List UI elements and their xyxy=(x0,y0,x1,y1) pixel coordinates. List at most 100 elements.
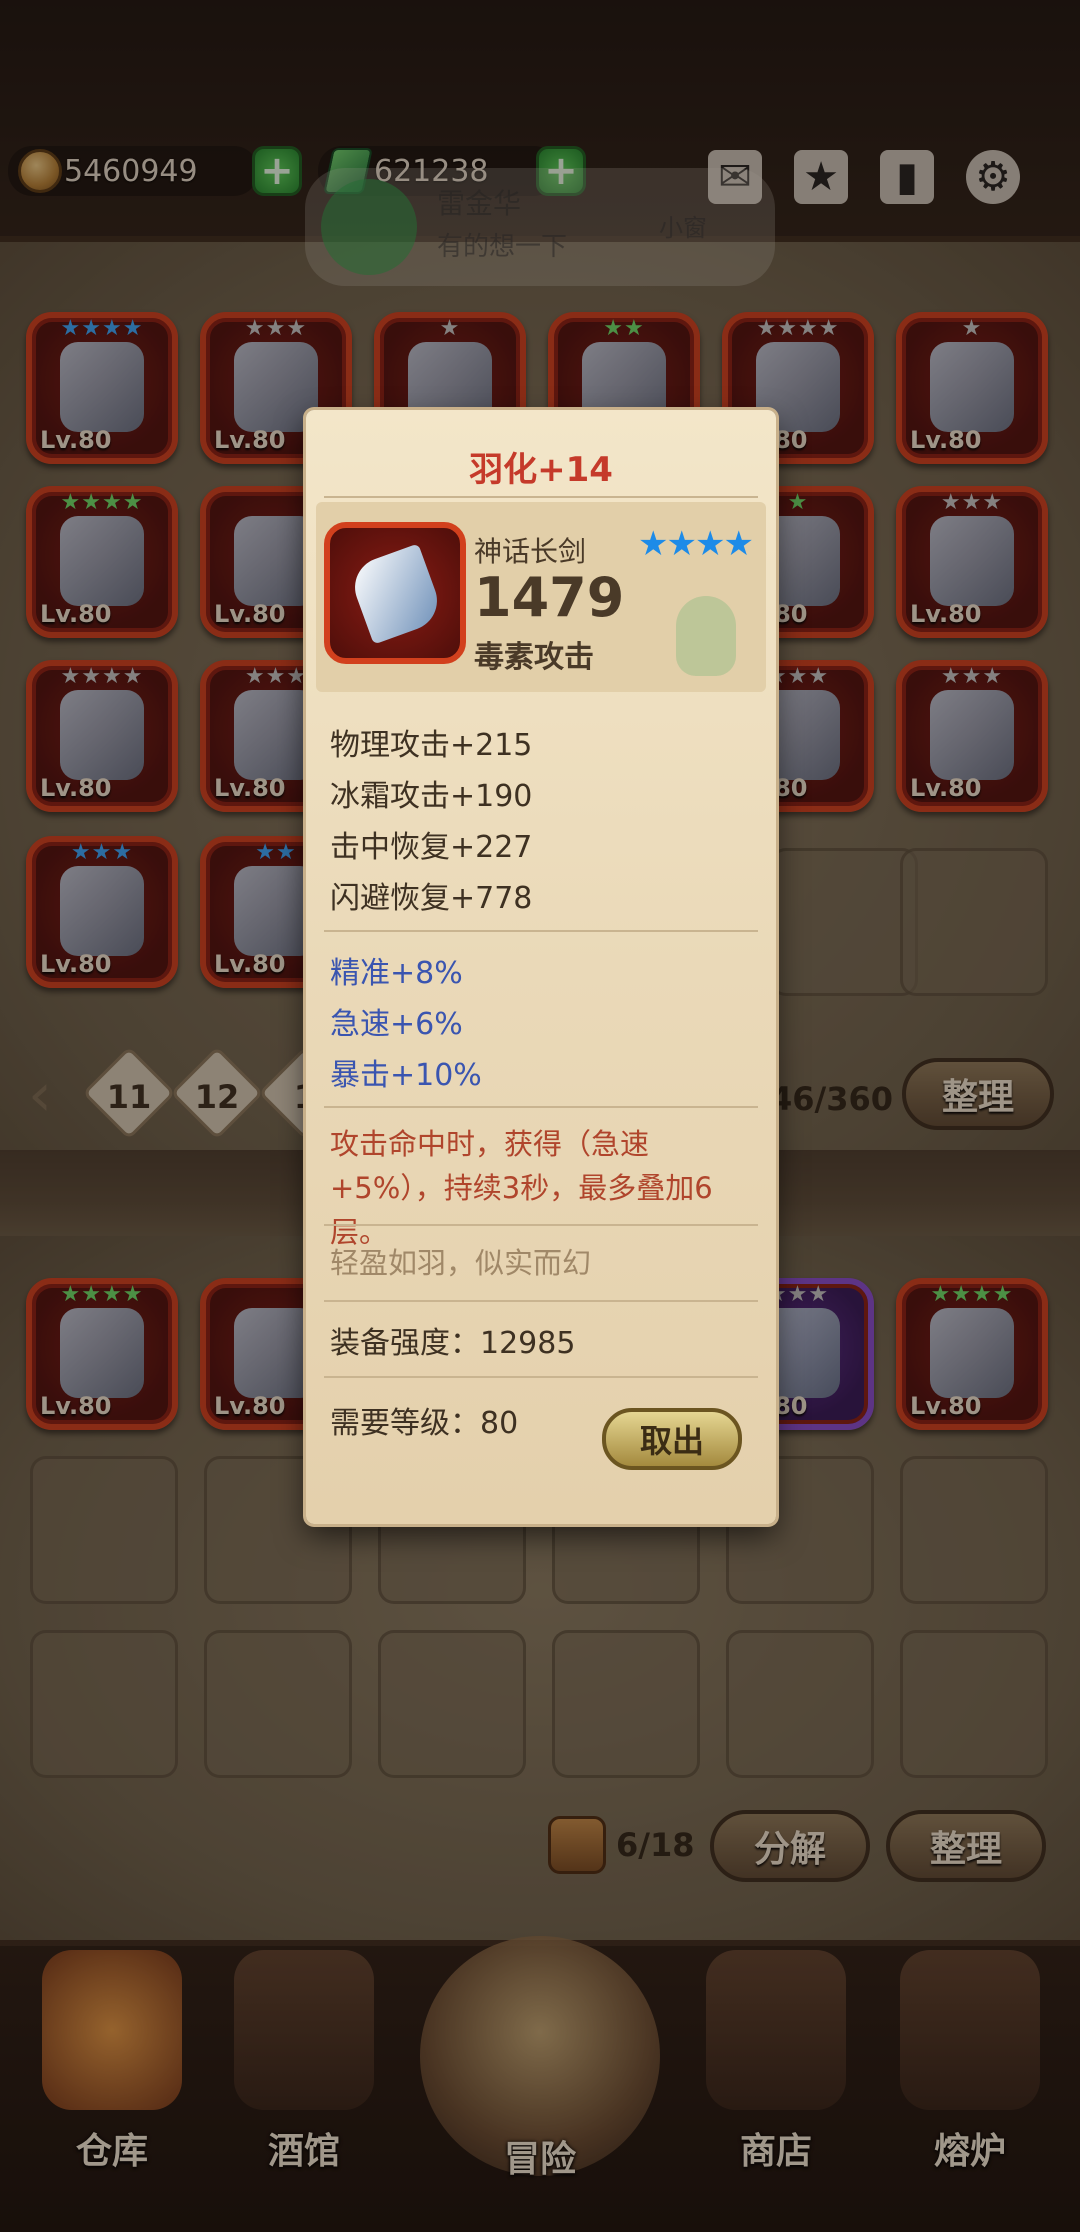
empty-slot[interactable] xyxy=(30,1456,178,1604)
slot-stars: ★★★ xyxy=(940,664,1004,689)
stat-line: 闪避恢复+778 xyxy=(330,881,533,916)
inventory-slot[interactable]: ★★★★ Lv.80 xyxy=(26,312,178,464)
inventory-slot[interactable]: ★★★ Lv.80 xyxy=(26,836,178,988)
gold-coin-icon xyxy=(18,149,62,193)
inventory-slot[interactable]: ★★★★ Lv.80 xyxy=(26,660,178,812)
shop-icon xyxy=(706,1950,846,2110)
nav-shop[interactable]: 商店 xyxy=(686,1950,866,2200)
item-element: 毒素攻击 xyxy=(474,640,594,675)
star-shield-icon[interactable]: ★ xyxy=(794,150,848,204)
slot-level: Lv.80 xyxy=(214,950,286,978)
chest-icon xyxy=(548,1816,606,1874)
slot-stars: ★★★★ xyxy=(756,316,840,341)
slot-level: Lv.80 xyxy=(910,426,982,454)
equipment-icon xyxy=(930,690,1014,780)
take-out-button[interactable]: 取出 xyxy=(602,1408,742,1470)
item-effect: 攻击命中时，获得（急速+5%），持续3秒，最多叠加6层。 xyxy=(330,1127,713,1249)
equipment-icon xyxy=(60,1308,144,1398)
nav-furnace[interactable]: 熔炉 xyxy=(880,1950,1060,2200)
slot-level: Lv.80 xyxy=(40,950,112,978)
chat-tag: 小窗 xyxy=(659,214,707,242)
slot-level: Lv.80 xyxy=(40,600,112,628)
divider xyxy=(324,930,758,932)
slot-level: Lv.80 xyxy=(214,1392,286,1420)
slot-stars: ★★★ xyxy=(70,840,134,865)
slot-level: Lv.80 xyxy=(40,426,112,454)
inventory-slot[interactable]: ★★★★ Lv.80 xyxy=(26,486,178,638)
slot-stars: ★★★★ xyxy=(60,1282,144,1307)
nav-adventure[interactable]: 冒险 xyxy=(410,1936,670,2186)
stat-line: 冰霜攻击+190 xyxy=(330,779,533,814)
bookmark-box-icon[interactable]: ▮ xyxy=(880,150,934,204)
chat-avatar xyxy=(321,179,417,275)
item-strength: 装备强度：12985 xyxy=(330,1326,576,1361)
bonus-stat-line: 精准+8% xyxy=(330,956,463,991)
item-flavor-text: 轻盈如羽，似实而幻 xyxy=(330,1246,592,1280)
equipment-icon xyxy=(60,516,144,606)
sort-inventory-button[interactable]: 整理 xyxy=(902,1058,1054,1130)
equipment-icon xyxy=(930,1308,1014,1398)
equipment-icon xyxy=(930,342,1014,432)
empty-slot[interactable] xyxy=(552,1630,700,1778)
slot-level: Lv.80 xyxy=(40,1392,112,1420)
empty-slot[interactable] xyxy=(900,848,1048,996)
bonus-stat-line: 暴击+10% xyxy=(330,1058,482,1093)
inventory-slot[interactable]: ★★★ Lv.80 xyxy=(896,660,1048,812)
gold-amount: 5460949 xyxy=(64,153,198,189)
chat-notification[interactable]: 雷金华 有的想一下 小窗 xyxy=(305,168,775,286)
nav-tavern[interactable]: 酒馆 xyxy=(214,1950,394,2200)
slot-stars: ★★ xyxy=(603,316,645,341)
item-stars: ★★★★ xyxy=(638,524,754,564)
item-detail-popup: 羽化+14 神话长剑 ★★★★ 1479 毒素攻击 物理攻击+215 冰霜攻击+… xyxy=(306,410,776,1524)
equipment-icon xyxy=(60,866,144,956)
slot-stars: ★★★ xyxy=(244,316,308,341)
slot-stars: ★★★ xyxy=(940,490,1004,515)
divider xyxy=(324,1106,758,1108)
empty-slot[interactable] xyxy=(770,848,918,996)
empty-slot[interactable] xyxy=(900,1456,1048,1604)
item-power: 1479 xyxy=(474,566,625,629)
slot-stars: ★ xyxy=(439,316,461,341)
item-name: 神话长剑 xyxy=(474,535,587,568)
add-gold-button[interactable]: + xyxy=(252,146,302,196)
bonus-stat-line: 急速+6% xyxy=(330,1007,463,1042)
chat-sender: 雷金华 xyxy=(437,187,522,220)
equipped-count: 6/18 xyxy=(616,1826,695,1864)
gear-icon[interactable]: ⚙ xyxy=(966,150,1020,204)
inventory-slot[interactable]: ★★★ Lv.80 xyxy=(896,486,1048,638)
gold-counter: 5460949 xyxy=(8,146,258,196)
decompose-button[interactable]: 分解 xyxy=(710,1810,870,1882)
equipment-icon xyxy=(930,516,1014,606)
equipped-slot[interactable]: ★★★★ Lv.80 xyxy=(896,1278,1048,1430)
beer-mug-icon xyxy=(234,1950,374,2110)
divider xyxy=(324,1224,758,1226)
slot-level: Lv.80 xyxy=(910,600,982,628)
warehouse-icon xyxy=(42,1950,182,2110)
divider xyxy=(324,1376,758,1378)
prev-page-arrow-icon[interactable]: ‹ xyxy=(28,1060,52,1130)
divider xyxy=(324,1300,758,1302)
slot-stars: ★★★★ xyxy=(60,490,144,515)
empty-slot[interactable] xyxy=(30,1630,178,1778)
divider xyxy=(324,496,758,498)
furnace-icon xyxy=(900,1950,1040,2110)
slot-level: Lv.80 xyxy=(910,1392,982,1420)
slot-level: Lv.80 xyxy=(40,774,112,802)
equipment-icon xyxy=(60,690,144,780)
equipped-slot[interactable]: ★★★★ Lv.80 xyxy=(26,1278,178,1430)
poison-skull-icon xyxy=(676,596,736,676)
empty-slot[interactable] xyxy=(204,1630,352,1778)
empty-slot[interactable] xyxy=(900,1630,1048,1778)
equipment-icon xyxy=(60,342,144,432)
slot-level: Lv.80 xyxy=(214,426,286,454)
empty-slot[interactable] xyxy=(726,1630,874,1778)
nav-warehouse[interactable]: 仓库 xyxy=(22,1950,202,2200)
required-level: 需要等级：80 xyxy=(330,1406,519,1441)
empty-slot[interactable] xyxy=(378,1630,526,1778)
chat-message: 有的想一下 xyxy=(437,232,568,262)
sword-icon xyxy=(324,522,466,664)
sort-equipped-button[interactable]: 整理 xyxy=(886,1810,1046,1882)
inventory-slot[interactable]: ★ Lv.80 xyxy=(896,312,1048,464)
slot-level: Lv.80 xyxy=(910,774,982,802)
slot-stars: ★★★★ xyxy=(930,1282,1014,1307)
